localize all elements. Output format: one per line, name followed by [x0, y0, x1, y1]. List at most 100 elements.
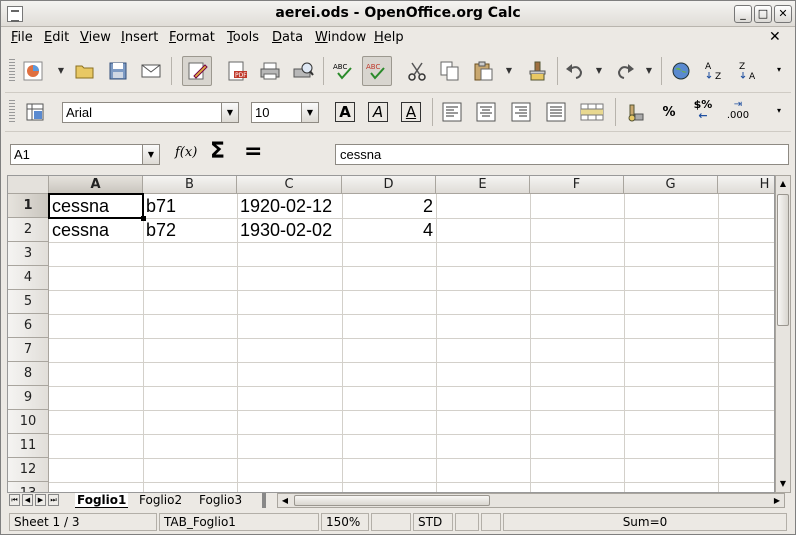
toolbar-grip[interactable] [9, 100, 15, 124]
spellcheck-icon[interactable]: ABC [330, 57, 358, 85]
bold-button[interactable]: A [331, 98, 359, 126]
column-header-g[interactable]: G [624, 176, 718, 194]
first-sheet-icon[interactable]: ⏮ [9, 494, 20, 506]
copy-icon[interactable] [436, 57, 464, 85]
row-header-9[interactable]: 9 [8, 386, 49, 410]
row-header-10[interactable]: 10 [8, 410, 49, 434]
undo-icon[interactable] [561, 57, 589, 85]
column-header-b[interactable]: B [143, 176, 237, 194]
percent-format-icon[interactable]: % [655, 98, 683, 126]
font-name-box[interactable]: Arial ▼ [62, 102, 239, 123]
row-header-12[interactable]: 12 [8, 458, 49, 482]
vertical-scrollbar[interactable]: ▲ ▼ [775, 175, 791, 493]
column-header-a[interactable]: A [49, 176, 143, 194]
toolbar-grip[interactable] [9, 59, 15, 83]
decimal-format-icon[interactable]: ⇥ .000 [724, 96, 752, 124]
align-right-icon[interactable] [507, 98, 535, 126]
maximize-button[interactable]: □ [754, 5, 772, 23]
cell-b1[interactable]: b71 [143, 194, 237, 218]
email-icon[interactable] [137, 57, 165, 85]
horizontal-scrollbar[interactable]: ◀ ▶ [277, 493, 785, 508]
tab-foglio1[interactable]: Foglio1 [75, 493, 129, 508]
row-header-6[interactable]: 6 [8, 314, 49, 338]
row-header-11[interactable]: 11 [8, 434, 49, 458]
print-preview-icon[interactable] [289, 57, 317, 85]
scroll-left-icon[interactable]: ◀ [278, 494, 292, 507]
menu-edit[interactable]: Edit [44, 30, 69, 45]
close-document-icon[interactable]: ✕ [769, 29, 781, 45]
navigator-icon[interactable] [667, 57, 695, 85]
redo-icon[interactable] [611, 57, 639, 85]
paste-dropdown-icon[interactable]: ▼ [504, 66, 514, 76]
chevron-down-icon[interactable]: ▼ [301, 103, 318, 122]
last-sheet-icon[interactable]: ⏭ [48, 494, 59, 506]
column-header-e[interactable]: E [436, 176, 530, 194]
sum-icon[interactable]: Σ [210, 139, 225, 164]
cell-cursor[interactable] [48, 193, 146, 221]
tab-foglio2[interactable]: Foglio2 [137, 493, 184, 508]
row-header-13[interactable]: 13 [8, 482, 49, 492]
row-header-2[interactable]: 2 [8, 218, 49, 242]
menu-view[interactable]: View [80, 30, 111, 45]
clone-formatting-icon[interactable] [523, 57, 551, 85]
print-icon[interactable] [256, 57, 284, 85]
menu-format[interactable]: Format [169, 30, 215, 45]
prev-sheet-icon[interactable]: ◀ [22, 494, 33, 506]
name-box[interactable]: A1 ▼ [10, 144, 160, 165]
cell-c1[interactable]: 1920-02-12 [237, 194, 342, 218]
menu-tools[interactable]: Tools [227, 30, 259, 45]
cell-c2[interactable]: 1930-02-02 [237, 218, 342, 242]
status-selection-mode[interactable]: STD [413, 513, 453, 531]
sort-descending-icon[interactable]: ZA [735, 57, 763, 85]
currency-format-icon[interactable] [621, 98, 649, 126]
scroll-down-icon[interactable]: ▼ [776, 476, 790, 492]
row-header-1[interactable]: 1 [8, 194, 49, 218]
cell-b2[interactable]: b72 [143, 218, 237, 242]
italic-button[interactable]: A [364, 98, 392, 126]
add-decimal-icon[interactable]: $% ← [689, 96, 717, 124]
export-pdf-icon[interactable]: PDF [223, 57, 251, 85]
next-sheet-icon[interactable]: ▶ [35, 494, 46, 506]
row-header-4[interactable]: 4 [8, 266, 49, 290]
menu-file[interactable]: File [11, 30, 33, 45]
vertical-scroll-thumb[interactable] [777, 194, 789, 326]
column-header-d[interactable]: D [342, 176, 436, 194]
row-header-7[interactable]: 7 [8, 338, 49, 362]
menu-window[interactable]: Window [315, 30, 366, 45]
paste-icon[interactable] [469, 57, 497, 85]
autospellcheck-icon[interactable]: ABC [362, 56, 392, 86]
toolbar-overflow-icon[interactable]: ▾ [777, 65, 781, 74]
sort-ascending-icon[interactable]: AZ [701, 57, 729, 85]
minimize-button[interactable]: _ [734, 5, 752, 23]
tab-splitter[interactable] [262, 493, 266, 508]
row-header-3[interactable]: 3 [8, 242, 49, 266]
undo-dropdown-icon[interactable]: ▼ [594, 66, 604, 76]
justify-icon[interactable] [542, 98, 570, 126]
menu-insert[interactable]: Insert [121, 30, 158, 45]
new-document-icon[interactable] [19, 57, 47, 85]
close-button[interactable]: ✕ [774, 5, 792, 23]
formula-input[interactable]: cessna [335, 144, 789, 165]
new-dropdown-icon[interactable]: ▼ [56, 66, 66, 76]
function-wizard-icon[interactable]: f(x) [175, 145, 197, 160]
status-zoom[interactable]: 150% [321, 513, 369, 531]
cell-d1[interactable]: 2 [342, 194, 436, 218]
column-header-h[interactable]: H [718, 176, 774, 194]
underline-button[interactable]: A [397, 98, 425, 126]
merge-cells-icon[interactable] [578, 98, 606, 126]
menu-data[interactable]: Data [272, 30, 303, 45]
styles-formatting-icon[interactable] [21, 98, 49, 126]
column-header-f[interactable]: F [530, 176, 624, 194]
align-center-icon[interactable] [472, 98, 500, 126]
horizontal-scroll-thumb[interactable] [294, 495, 490, 506]
scroll-right-icon[interactable]: ▶ [770, 494, 784, 507]
equals-icon[interactable]: = [244, 139, 262, 164]
title-bar[interactable]: aerei.ods - OpenOffice.org Calc _ □ ✕ [1, 1, 795, 27]
edit-file-icon[interactable] [182, 56, 212, 86]
scroll-up-icon[interactable]: ▲ [776, 176, 790, 192]
align-left-icon[interactable] [438, 98, 466, 126]
font-size-box[interactable]: 10 ▼ [251, 102, 319, 123]
tab-foglio3[interactable]: Foglio3 [197, 493, 244, 508]
status-sum[interactable]: Sum=0 [503, 513, 787, 531]
menu-help[interactable]: Help [374, 30, 404, 45]
